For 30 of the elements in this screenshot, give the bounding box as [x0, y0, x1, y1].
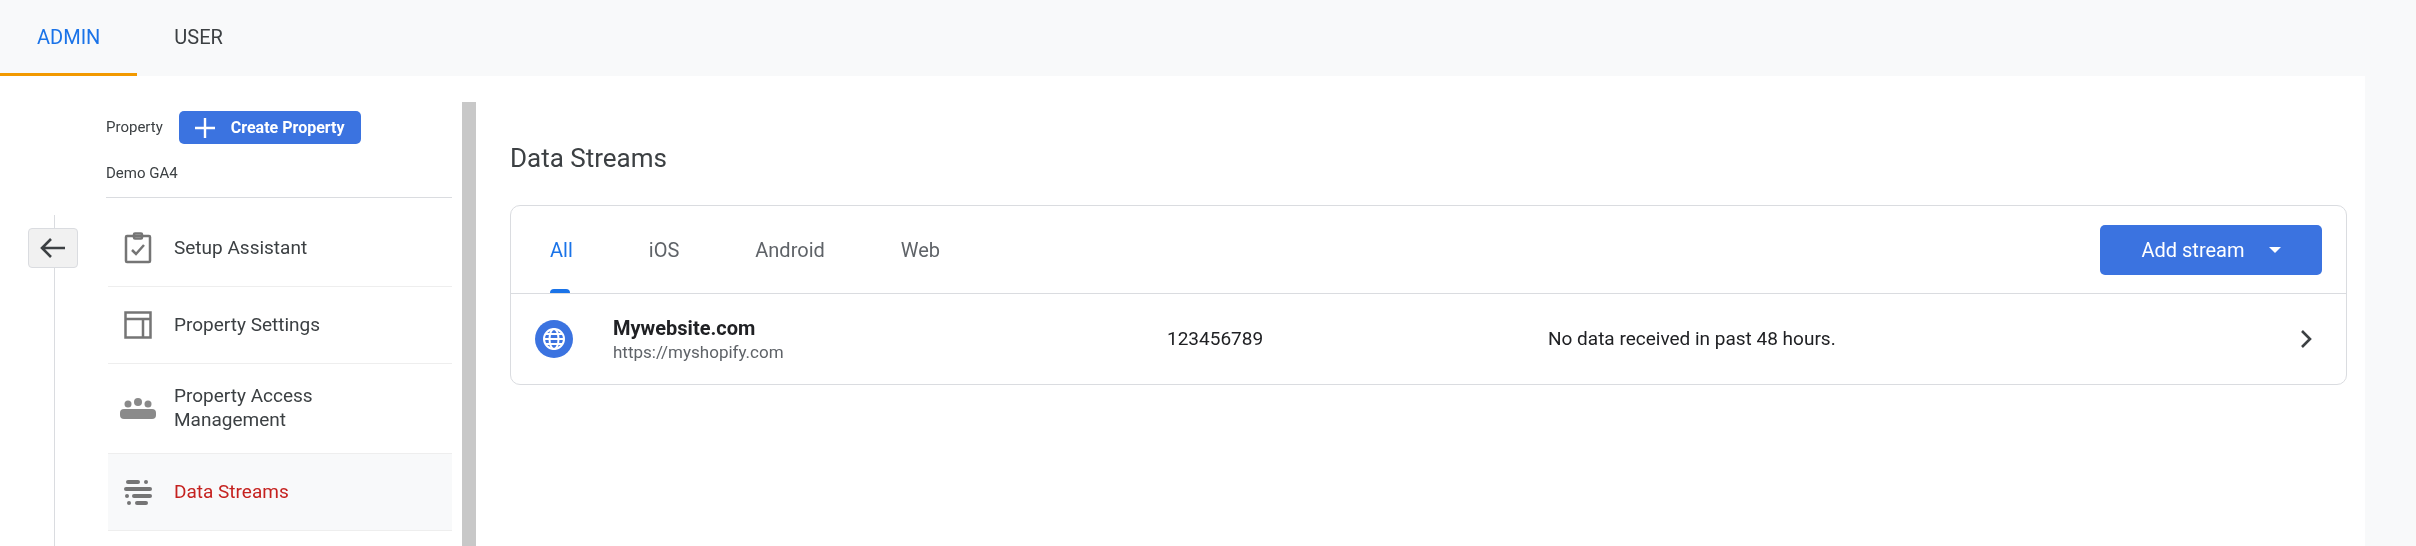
chevron-right-icon: [2300, 329, 2312, 349]
scrollbar[interactable]: [462, 102, 476, 546]
stream-id: 123456789: [1167, 325, 1265, 352]
stream-name: Mywebsite.com: [613, 315, 757, 341]
property-name: Demo GA4: [106, 162, 452, 198]
plus-icon: [194, 117, 215, 138]
stream-status: No data received in past 48 hours.: [1548, 325, 1837, 352]
page-title: Data Streams: [510, 142, 668, 175]
people-icon: [120, 397, 156, 419]
nav-item[interactable]: Setup Assistant: [108, 209, 452, 287]
stream-tab[interactable]: iOS: [633, 206, 695, 293]
nav-item[interactable]: Property Access Management: [108, 363, 452, 454]
back-arrow-icon: [40, 237, 66, 259]
stream-row[interactable]: Mywebsite.com https://myshopify.com 123456789 No data received in past 48 hours.: [511, 294, 2346, 384]
property-label: Property: [106, 117, 163, 139]
globe-icon: [535, 320, 573, 358]
create-property-button[interactable]: Create Property: [178, 111, 361, 144]
clipboard-check-icon: [124, 231, 152, 264]
stream-tab[interactable]: Web: [885, 206, 956, 293]
layout-icon: [124, 310, 152, 339]
top-tab[interactable]: USER: [137, 0, 260, 76]
nav-item[interactable]: Data Streams: [108, 453, 452, 531]
nav-item[interactable]: Property Settings: [108, 286, 452, 364]
dropdown-caret-icon: [2268, 246, 2281, 253]
stream-tab[interactable]: All: [535, 206, 588, 293]
stream-url: https://myshopify.com: [613, 341, 785, 363]
data-streams-icon: [124, 477, 152, 506]
back-button[interactable]: [28, 228, 78, 268]
stream-tab[interactable]: Android: [740, 206, 840, 293]
add-stream-button[interactable]: Add stream: [2100, 224, 2322, 275]
